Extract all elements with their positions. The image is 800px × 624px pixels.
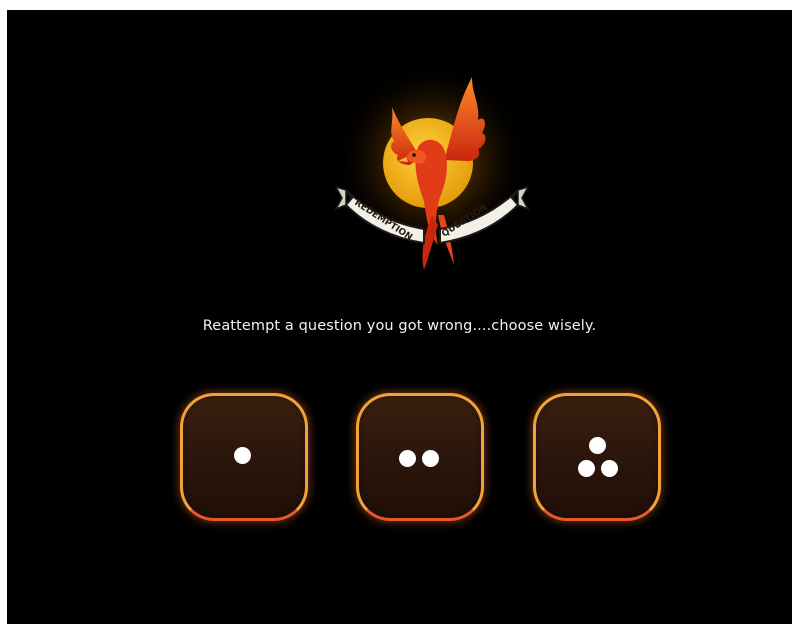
pip [422,450,439,467]
choice-button-two[interactable] [356,393,484,521]
choice-button-one[interactable] [180,393,308,521]
pip [601,460,618,477]
game-screen: REDEMPTION QUESTION Reattempt a question… [7,10,792,624]
choice-button-three[interactable] [533,393,661,521]
pip [589,437,606,454]
pip [399,450,416,467]
one-dot-icon [234,447,251,464]
instruction-text: Reattempt a question you got wrong....ch… [202,318,597,334]
phoenix-icon: REDEMPTION QUESTION [334,65,530,270]
pip [578,460,595,477]
redemption-question-logo: REDEMPTION QUESTION [332,65,532,280]
